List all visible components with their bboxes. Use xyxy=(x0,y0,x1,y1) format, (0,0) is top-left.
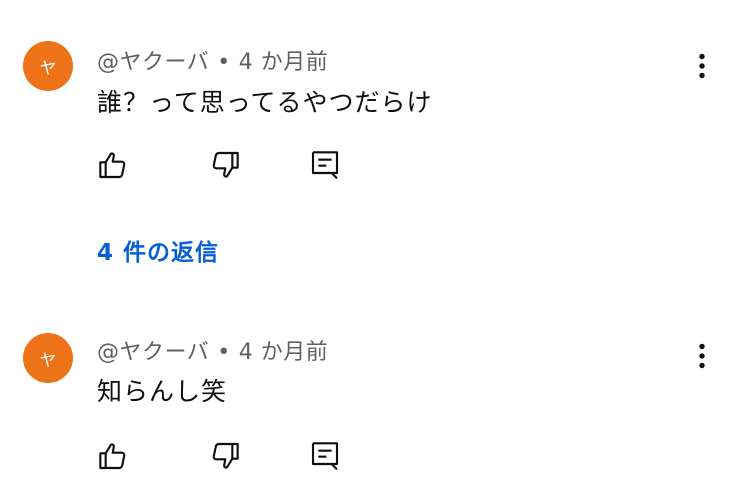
reply-button[interactable] xyxy=(307,438,343,474)
comment-timestamp[interactable]: 4 か月前 xyxy=(239,340,329,365)
more-vert-icon xyxy=(699,343,705,369)
comment-actions xyxy=(95,438,355,474)
meta-separator: • xyxy=(217,50,231,75)
like-button[interactable] xyxy=(95,147,131,183)
comment-thread-2: ヤ @ヤクーバ • 4 か月前 知らんし笑 xyxy=(0,300,750,504)
more-vert-icon xyxy=(699,53,705,79)
comment-menu-button[interactable] xyxy=(686,340,718,372)
avatar[interactable]: ヤ xyxy=(23,333,73,383)
comment-reply-icon xyxy=(311,442,339,471)
meta-separator: • xyxy=(217,340,231,365)
avatar-letter: ヤ xyxy=(39,58,57,79)
dislike-button[interactable] xyxy=(207,147,243,183)
view-replies-button[interactable]: 4 件の返信 xyxy=(97,233,219,267)
thumb-down-icon xyxy=(212,151,239,178)
dislike-button[interactable] xyxy=(207,438,243,474)
comment-text: 誰？って思ってるやつだらけ xyxy=(97,88,433,117)
comment-menu-button[interactable] xyxy=(686,50,718,82)
avatar[interactable]: ヤ xyxy=(23,41,73,91)
comment-meta: @ヤクーバ • 4 か月前 xyxy=(97,44,328,76)
author-name[interactable]: @ヤクーバ xyxy=(97,50,209,75)
avatar-letter: ヤ xyxy=(39,350,57,371)
author-name[interactable]: @ヤクーバ xyxy=(97,340,209,365)
thumb-down-icon xyxy=(212,442,239,469)
comment-meta: @ヤクーバ • 4 か月前 xyxy=(97,334,328,366)
comment-reply-icon xyxy=(311,151,339,180)
comment-timestamp[interactable]: 4 か月前 xyxy=(239,50,329,75)
thumb-up-icon xyxy=(99,443,126,470)
comment-actions xyxy=(95,147,355,183)
comment-thread-1: ヤ @ヤクーバ • 4 か月前 誰？って思ってるやつだらけ 4 件の返信 xyxy=(0,0,750,300)
like-button[interactable] xyxy=(95,438,131,474)
comment-text: 知らんし笑 xyxy=(97,377,228,406)
reply-button[interactable] xyxy=(307,147,343,183)
thumb-up-icon xyxy=(99,152,126,179)
